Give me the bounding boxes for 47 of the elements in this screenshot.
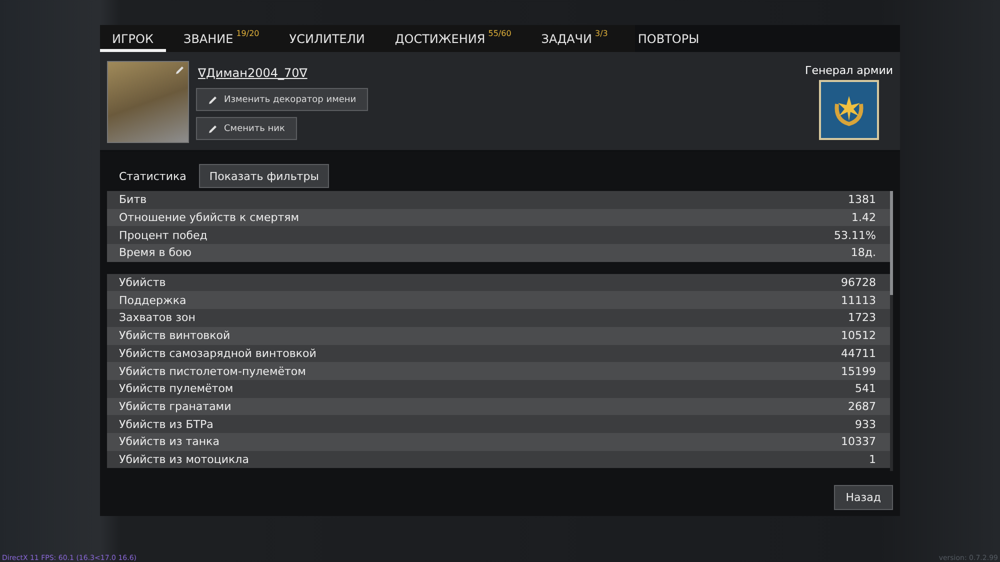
rank-title: Генерал армии [804,64,893,77]
stat-label: Процент побед [119,228,208,242]
pencil-icon [208,124,218,134]
stat-value: 11113 [841,294,876,307]
stat-value: 1.42 [852,211,876,224]
edit-button[interactable]: Сменить ник [196,117,297,140]
tab[interactable]: УСИЛИТЕЛИ [277,25,377,52]
stat-label: Убийств из танка [119,435,220,448]
scrollbar[interactable] [890,191,893,471]
stat-label: Убийств из БТРа [119,418,214,431]
stat-label: Убийств винтовкой [119,329,230,342]
pencil-icon [175,65,185,75]
stat-label: Время в бою [119,246,192,260]
stat-value: 2687 [848,400,876,413]
tab[interactable]: ЗВАНИЕ 19/20 [172,25,272,52]
stat-value: 1 [869,452,876,466]
stat-label: Захватов зон [119,311,196,324]
player-name: ∇Диман2004_70∇ [198,66,308,80]
stat-value: 44711 [841,346,876,360]
stat-label: Убийств самозарядной винтовкой [119,346,316,360]
stat-value: 53.11% [834,228,876,242]
rank-emblem-icon [818,80,879,140]
stat-value: 10512 [841,329,876,342]
tab[interactable]: ПОВТОРЫ [626,25,712,52]
show-filters-button[interactable]: Показать фильтры [199,164,329,188]
stat-label: Отношение убийств к смертям [119,211,300,224]
stat-label: Убийств пистолетом-пулемётом [119,364,306,378]
pencil-icon [208,94,218,104]
stat-label: Убийств [119,276,166,290]
stat-label: Битв [119,193,147,206]
tab[interactable]: ДОСТИЖЕНИЯ 55/60 [382,25,524,52]
stat-label: Убийств из мотоцикла [119,452,249,466]
stats-title: Статистика [119,170,186,182]
stat-label: Поддержка [119,294,186,307]
tab[interactable]: ЗАДАЧИ 3/3 [529,25,620,52]
stat-value: 96728 [841,276,876,290]
stat-value: 541 [855,382,876,396]
stat-label: Убийств гранатами [119,400,232,413]
stat-value: 1723 [848,311,876,324]
stat-value: 15199 [841,364,876,378]
stat-value: 933 [855,418,876,431]
edit-button[interactable]: Изменить декоратор имени [196,88,368,111]
stat-label: Убийств пулемётом [119,382,234,396]
stat-value: 10337 [841,435,876,448]
stat-value: 1381 [848,193,876,206]
back-button[interactable]: Назад [834,485,893,510]
stat-value: 18д. [850,246,876,260]
